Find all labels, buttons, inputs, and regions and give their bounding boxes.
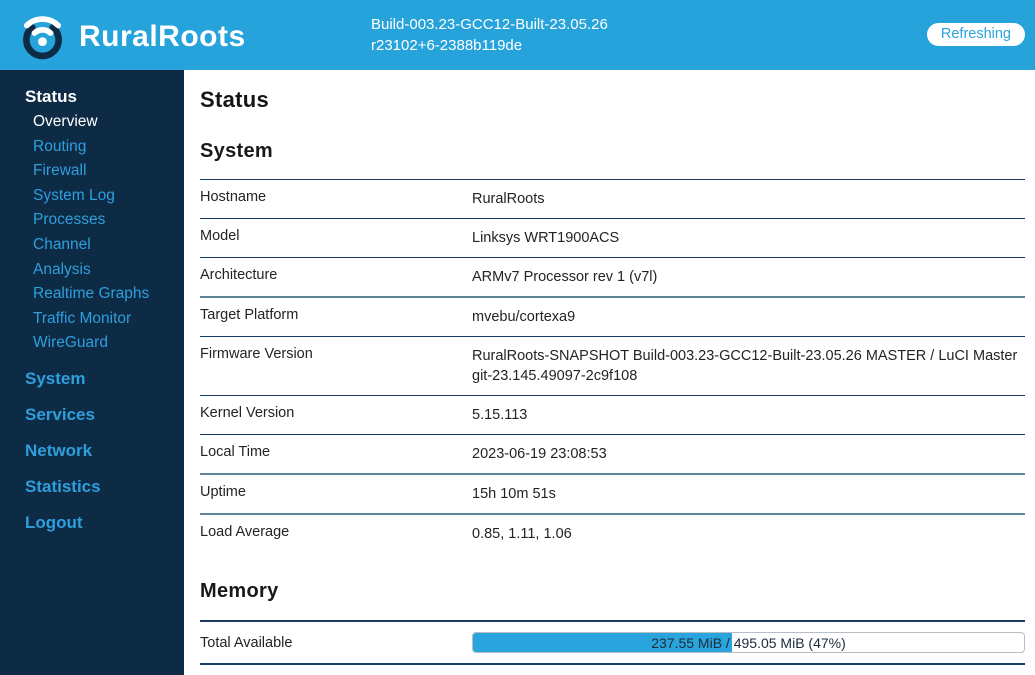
table-row: Hostname RuralRoots bbox=[200, 179, 1025, 218]
table-row: Local Time 2023-06-19 23:08:53 bbox=[200, 434, 1025, 473]
row-label: Total Available bbox=[200, 634, 293, 651]
table-row: Model Linksys WRT1900ACS bbox=[200, 218, 1025, 257]
sidebar-group-logout: Logout bbox=[0, 509, 184, 536]
sidebar-item-wireguard[interactable]: WireGuard bbox=[0, 331, 184, 356]
row-label: Kernel Version bbox=[200, 405, 295, 421]
memory-progressbar: 237.55 MiB / 495.05 MiB (47%) bbox=[472, 632, 1025, 653]
row-label: Model bbox=[200, 228, 240, 244]
sidebar-item-firewall[interactable]: Firewall bbox=[0, 159, 184, 184]
row-label: Local Time bbox=[200, 444, 271, 460]
brand-link[interactable]: RuralRoots bbox=[14, 6, 246, 68]
table-row: Kernel Version 5.15.113 bbox=[200, 395, 1025, 434]
build-info: Build-003.23-GCC12-Built-23.05.26 r23102… bbox=[371, 14, 608, 56]
sidebar-item-realtime-graphs[interactable]: Realtime Graphs bbox=[0, 282, 184, 307]
sidebar-section-statistics[interactable]: Statistics bbox=[0, 473, 184, 500]
sidebar-item-system-log[interactable]: System Log bbox=[0, 184, 184, 209]
row-value: Linksys WRT1900ACS bbox=[472, 230, 620, 246]
brand-title: RuralRoots bbox=[79, 20, 246, 53]
build-line-2: r23102+6-2388b119de bbox=[371, 37, 523, 54]
main-content: Status System Hostname RuralRoots Model Lin… bbox=[184, 70, 1035, 675]
row-value: RuralRoots bbox=[472, 191, 545, 207]
sidebar-group-services: Services bbox=[0, 401, 184, 428]
memory-section-title: Memory bbox=[200, 580, 279, 602]
table-row: Used441.80 MiB / 495.05 MiB (89%) bbox=[200, 663, 1025, 675]
sidebar-nav: Status Overview Routing Firewall System Log P… bbox=[0, 70, 184, 536]
wifi-signal-ring-icon bbox=[14, 6, 71, 68]
row-value: mvebu/cortexa9 bbox=[472, 309, 576, 325]
row-label: Uptime bbox=[200, 484, 246, 500]
row-value: ARMv7 Processor rev 1 (v7l) bbox=[472, 269, 658, 285]
sidebar-item-channel[interactable]: Channel bbox=[0, 233, 184, 258]
row-label: Target Platform bbox=[200, 307, 299, 323]
row-value: RuralRoots-SNAPSHOT Build-003.23-GCC12-B… bbox=[472, 348, 1018, 384]
sidebar-group-status: Status Overview Routing Firewall System Log P… bbox=[0, 83, 184, 356]
table-row: Uptime 15h 10m 51s bbox=[200, 473, 1025, 513]
sidebar-group-system: System bbox=[0, 365, 184, 392]
sidebar-section-logout[interactable]: Logout bbox=[0, 509, 184, 536]
sidebar: Status Overview Routing Firewall System Log P… bbox=[0, 70, 184, 675]
sidebar-group-statistics: Statistics bbox=[0, 473, 184, 500]
row-label: Load Average bbox=[200, 524, 290, 540]
memory-table: Total Available 237.55 MiB / 495.05 MiB (… bbox=[200, 620, 1025, 675]
sidebar-item-routing[interactable]: Routing bbox=[0, 135, 184, 160]
top-header: RuralRoots Build-003.23-GCC12-Built-23.0… bbox=[0, 0, 1035, 70]
progressbar-text: 237.55 MiB / 495.05 MiB (47%) bbox=[651, 635, 846, 651]
sidebar-section-system[interactable]: System bbox=[0, 365, 184, 392]
row-value: 15h 10m 51s bbox=[472, 486, 556, 502]
sidebar-item-traffic-monitor[interactable]: Traffic Monitor bbox=[0, 307, 184, 332]
sidebar-item-processes[interactable]: Processes bbox=[0, 208, 184, 233]
sidebar-section-services[interactable]: Services bbox=[0, 401, 184, 428]
table-row: Total Available 237.55 MiB / 495.05 MiB (… bbox=[200, 620, 1025, 663]
row-value: 2023-06-19 23:08:53 bbox=[472, 446, 607, 462]
table-row: Architecture ARMv7 Processor rev 1 (v7l) bbox=[200, 257, 1025, 296]
row-label: Firmware Version bbox=[200, 346, 313, 362]
sidebar-item-overview[interactable]: Overview bbox=[0, 110, 184, 135]
table-row: Target Platform mvebu/cortexa9 bbox=[200, 296, 1025, 336]
refreshing-badge[interactable]: Refreshing bbox=[926, 23, 1025, 46]
table-row: Load Average 0.85, 1.11, 1.06 bbox=[200, 513, 1025, 553]
row-value: 5.15.113 bbox=[472, 407, 528, 423]
sidebar-group-network: Network bbox=[0, 437, 184, 464]
build-line-1: Build-003.23-GCC12-Built-23.05.26 bbox=[371, 16, 608, 33]
system-section-title: System bbox=[200, 140, 273, 162]
sidebar-item-analysis[interactable]: Analysis bbox=[0, 258, 184, 283]
page-title: Status bbox=[200, 87, 270, 112]
row-label: Hostname bbox=[200, 189, 267, 205]
row-value: 0.85, 1.11, 1.06 bbox=[472, 526, 572, 542]
row-label: Architecture bbox=[200, 267, 278, 283]
table-row: Firmware Version RuralRoots-SNAPSHOT Buil… bbox=[200, 336, 1025, 395]
sidebar-section-network[interactable]: Network bbox=[0, 437, 184, 464]
system-table: Hostname RuralRoots Model Linksys WRT1900AC… bbox=[200, 179, 1025, 553]
sidebar-section-status[interactable]: Status bbox=[0, 83, 184, 110]
